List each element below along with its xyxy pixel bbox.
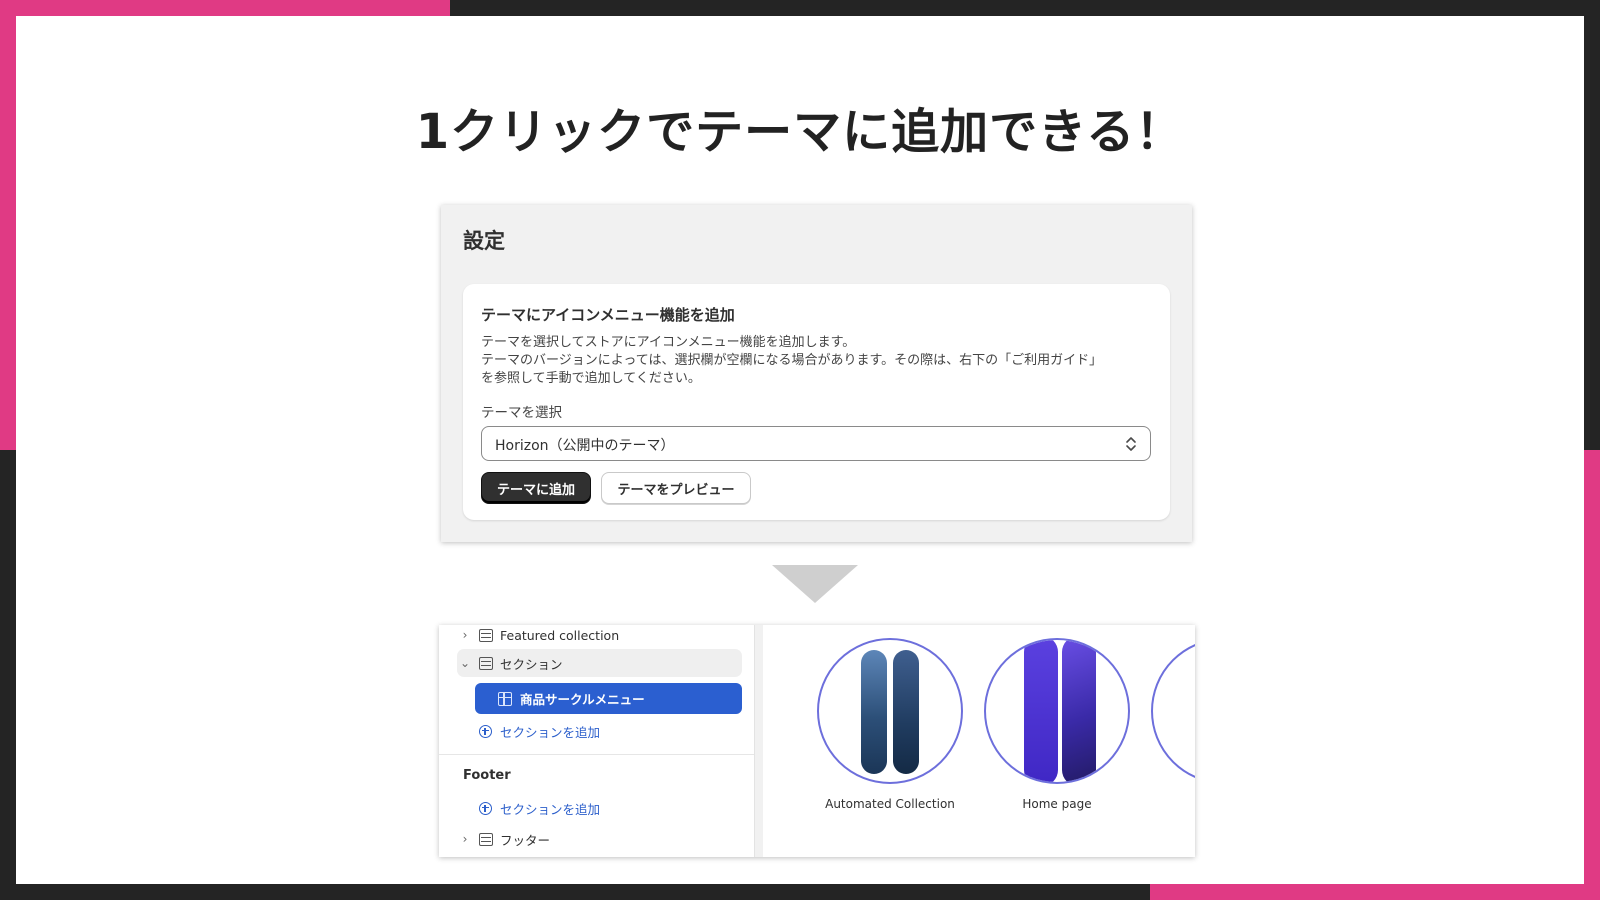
headline: 1クリックでテーマに追加できる！ bbox=[415, 104, 1185, 160]
add-circle-icon bbox=[479, 724, 492, 738]
tree-item-label: 商品サークルメニュー bbox=[520, 692, 645, 707]
theme-select-value: Horizon（公開中のテーマ） bbox=[495, 438, 675, 454]
add-section-label: セクションを追加 bbox=[500, 801, 601, 817]
tree-item-footer[interactable]: › フッター bbox=[457, 825, 550, 853]
add-section-label: セクションを追加 bbox=[500, 724, 601, 740]
circle-menu-item[interactable]: Home page bbox=[982, 638, 1132, 811]
description-line: テーマを選択してストアにアイコンメニュー機能を追加します。 bbox=[481, 335, 856, 350]
section-tree: › Featured collection ⌄ セクション 商品サークルメニュー… bbox=[439, 625, 755, 857]
tree-item-label: セクション bbox=[500, 656, 563, 672]
footer-add-section-link[interactable]: セクションを追加 bbox=[457, 794, 600, 822]
description-line: を参照して手動で追加してください。 bbox=[481, 371, 701, 386]
circle-menu-label: Automated Collection bbox=[825, 797, 955, 811]
tree-item-featured-collection[interactable]: › Featured collection bbox=[457, 625, 620, 649]
add-circle-icon bbox=[479, 801, 492, 815]
theme-editor-screenshot: › Featured collection ⌄ セクション 商品サークルメニュー… bbox=[439, 625, 1195, 857]
circle-menu-preview: Automated Collection Home page bbox=[763, 625, 1195, 857]
preview-theme-button[interactable]: テーマをプレビュー bbox=[601, 472, 751, 504]
tree-item-product-circle-menu[interactable]: 商品サークルメニュー bbox=[475, 683, 742, 714]
slide: 1クリックでテーマに追加できる！ 設定 テーマにアイコンメニュー機能を追加 テー… bbox=[16, 16, 1584, 884]
theme-select[interactable]: Horizon（公開中のテーマ） bbox=[481, 426, 1151, 461]
snowboard-image bbox=[861, 650, 887, 774]
select-caret-icon bbox=[1126, 437, 1136, 451]
tree-item-label: フッター bbox=[500, 832, 551, 848]
settings-panel: 設定 テーマにアイコンメニュー機能を追加 テーマを選択してストアにアイコンメニュ… bbox=[441, 205, 1192, 542]
card-description: テーマを選択してストアにアイコンメニュー機能を追加します。 テーマのバージョンに… bbox=[481, 334, 1151, 388]
chevron-right-icon: › bbox=[462, 832, 468, 846]
circle-menu-item[interactable] bbox=[1149, 638, 1195, 797]
add-theme-card: テーマにアイコンメニュー機能を追加 テーマを選択してストアにアイコンメニュー機能… bbox=[463, 284, 1170, 520]
add-section-link[interactable]: セクションを追加 bbox=[457, 717, 600, 745]
panel-gutter bbox=[755, 625, 763, 857]
footer-heading: Footer bbox=[463, 768, 511, 783]
tree-item-section-group[interactable]: ⌄ セクション bbox=[457, 649, 742, 677]
snowboard-image bbox=[893, 650, 919, 774]
section-icon bbox=[479, 656, 493, 670]
collection-image bbox=[984, 638, 1130, 784]
settings-title: 設定 bbox=[463, 229, 505, 253]
chevron-right-icon: › bbox=[462, 628, 468, 642]
add-to-theme-button[interactable]: テーマに追加 bbox=[481, 472, 591, 504]
card-heading: テーマにアイコンメニュー機能を追加 bbox=[481, 306, 735, 324]
chevron-down-icon: ⌄ bbox=[459, 656, 471, 670]
description-line: テーマのバージョンによっては、選択欄が空欄になる場合があります。その際は、右下の… bbox=[481, 353, 1103, 368]
snowboard-image bbox=[1024, 640, 1058, 782]
collection-image bbox=[817, 638, 963, 784]
block-icon bbox=[498, 691, 512, 706]
circle-menu-item[interactable]: Automated Collection bbox=[815, 638, 965, 811]
divider bbox=[439, 754, 754, 755]
snowboard-image bbox=[1062, 640, 1096, 782]
section-icon bbox=[479, 628, 493, 642]
theme-select-label: テーマを選択 bbox=[481, 405, 562, 421]
collection-image bbox=[1151, 638, 1195, 784]
down-arrow-icon bbox=[772, 565, 858, 603]
circle-menu-label: Home page bbox=[1022, 797, 1092, 811]
section-icon bbox=[479, 832, 493, 846]
tree-item-label: Featured collection bbox=[500, 627, 620, 643]
